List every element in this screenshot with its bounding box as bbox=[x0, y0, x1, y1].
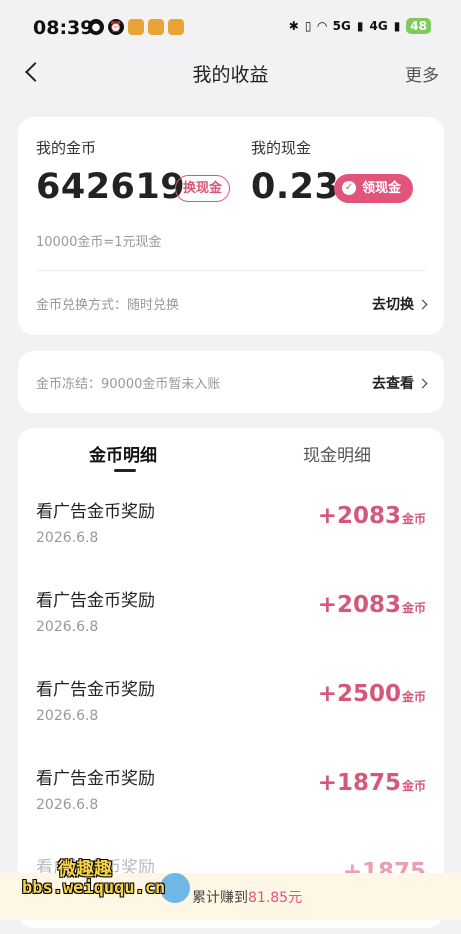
record-amount-value: +2083 bbox=[317, 592, 401, 618]
status-time: 08:39 bbox=[33, 17, 94, 39]
view-frozen-link[interactable]: 去查看 bbox=[372, 373, 428, 393]
page-title: 我的收益 bbox=[192, 64, 269, 86]
frozen-card: 金币冻结：90000金币暂未入账 去查看 bbox=[18, 351, 444, 413]
chevron-right-icon bbox=[417, 378, 428, 389]
signal-bars-icon: ▮ bbox=[393, 19, 401, 33]
record-amount: +1875金币 bbox=[318, 770, 426, 796]
divider bbox=[36, 270, 426, 271]
record-amount-value: +2500 bbox=[317, 681, 401, 707]
tab-cash-detail[interactable]: 现金明细 bbox=[303, 441, 371, 466]
app-icon bbox=[128, 19, 144, 35]
earned-prefix: 累计赚到 bbox=[192, 890, 248, 906]
record-date: 2026.6.8 bbox=[36, 530, 99, 546]
list-item: 看广告金币奖励 2026.6.8 +2500金币 bbox=[18, 667, 444, 756]
record-amount: +2500金币 bbox=[318, 681, 426, 707]
signal-5g: 5G bbox=[332, 19, 351, 33]
claim-cash-label: 领现金 bbox=[362, 181, 402, 196]
cash-label: 我的现金 bbox=[251, 139, 312, 157]
record-title: 看广告金币奖励 bbox=[36, 591, 155, 611]
signal-4g: 4G bbox=[369, 19, 388, 33]
list-item: 看广告金币奖励 2026.6.8 +2083金币 bbox=[18, 489, 444, 578]
record-title: 看广告金币奖励 bbox=[36, 502, 155, 522]
exchange-rate: 10000金币=1元现金 bbox=[36, 235, 162, 250]
record-title: 看广告金币奖励 bbox=[36, 680, 155, 700]
status-right: ✱ ▯ ◠ 5G ▮ 4G ▮ 48 bbox=[289, 18, 431, 34]
notification-icon: ● bbox=[88, 19, 104, 35]
coins-label: 我的金币 bbox=[36, 139, 97, 157]
record-amount-unit: 金币 bbox=[401, 779, 426, 793]
bluetooth-icon: ✱ bbox=[288, 19, 299, 33]
record-amount: +2083金币 bbox=[318, 592, 426, 618]
balance-card: 我的金币 642619 换现金 我的现金 0.23 ✓ 领现金 10000金币=… bbox=[18, 117, 444, 335]
watermark-url: bbs.weiququ.cn bbox=[22, 878, 166, 898]
record-date: 2026.6.8 bbox=[36, 708, 99, 724]
check-icon: ✓ bbox=[342, 181, 356, 195]
more-button[interactable]: 更多 bbox=[405, 61, 439, 86]
alarm-icon: ⏰ bbox=[108, 19, 124, 35]
top-header: 我的收益 更多 bbox=[0, 56, 461, 92]
view-frozen-label: 去查看 bbox=[372, 376, 414, 392]
record-amount: +2083金币 bbox=[318, 503, 426, 529]
wifi-icon: ◠ bbox=[317, 19, 327, 33]
earned-total: 累计赚到81.85元 bbox=[192, 887, 302, 907]
chevron-right-icon bbox=[417, 299, 428, 310]
exchange-cash-button[interactable]: 换现金 bbox=[175, 175, 231, 202]
status-bar: 08:39 ● ⏰ ✱ ▯ ◠ 5G ▮ 4G ▮ 48 bbox=[0, 0, 461, 56]
signal-bars-icon: ▮ bbox=[356, 19, 364, 33]
list-item: 看广告金币奖励 2026.6.8 +1875金币 bbox=[18, 756, 444, 845]
status-left-icons: ● ⏰ bbox=[88, 19, 184, 35]
record-amount-value: +2083 bbox=[317, 503, 401, 529]
coins-value: 642619 bbox=[36, 167, 186, 207]
detail-card: 金币明细 现金明细 看广告金币奖励 2026.6.8 +2083金币 看广告金币… bbox=[18, 428, 444, 928]
app-icon bbox=[148, 19, 164, 35]
frozen-text: 金币冻结：90000金币暂未入账 bbox=[36, 377, 221, 392]
active-tab-indicator bbox=[114, 469, 136, 472]
switch-mode-link[interactable]: 去切换 bbox=[372, 294, 428, 314]
app-icon bbox=[168, 19, 184, 35]
exchange-mode: 金币兑换方式：随时兑换 bbox=[36, 298, 180, 313]
cash-value: 0.23 bbox=[251, 167, 340, 207]
earned-value: 81.85元 bbox=[248, 890, 303, 906]
switch-mode-label: 去切换 bbox=[372, 297, 414, 313]
record-title: 看广告金币奖励 bbox=[36, 769, 155, 789]
record-date: 2026.6.8 bbox=[36, 797, 99, 813]
list-item: 看广告金币奖励 2026.6.8 +2083金币 bbox=[18, 578, 444, 667]
record-date: 2026.6.8 bbox=[36, 619, 99, 635]
battery-indicator: 48 bbox=[406, 18, 431, 34]
claim-cash-button[interactable]: ✓ 领现金 bbox=[334, 174, 414, 203]
record-amount-unit: 金币 bbox=[401, 512, 426, 526]
vibrate-icon: ▯ bbox=[304, 19, 312, 33]
record-amount-unit: 金币 bbox=[401, 601, 426, 615]
record-amount-value: +1875 bbox=[317, 770, 401, 796]
tab-coin-detail[interactable]: 金币明细 bbox=[89, 441, 157, 466]
record-amount-unit: 金币 bbox=[401, 690, 426, 704]
